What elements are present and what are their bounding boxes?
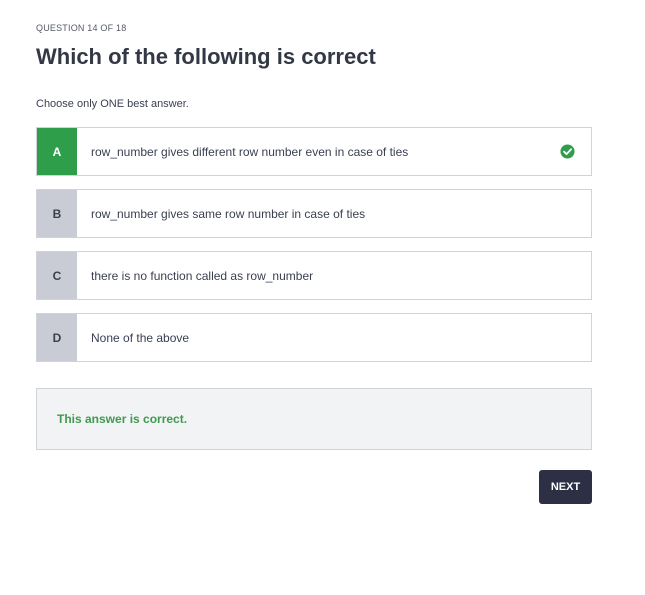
instruction-text: Choose only ONE best answer. xyxy=(36,98,189,110)
question-title: Which of the following is correct xyxy=(36,44,376,69)
check-circle-icon xyxy=(543,128,591,175)
option-a[interactable]: A row_number gives different row number … xyxy=(36,127,592,176)
feedback-panel: This answer is correct. xyxy=(36,388,592,450)
option-text: row_number gives same row number in case… xyxy=(91,206,366,221)
answer-options: A row_number gives different row number … xyxy=(36,127,592,375)
option-text: row_number gives different row number ev… xyxy=(91,144,409,159)
question-counter: QUESTION 14 OF 18 xyxy=(36,23,127,33)
next-button[interactable]: NEXT xyxy=(539,470,592,504)
feedback-message: This answer is correct. xyxy=(57,412,188,426)
option-letter: D xyxy=(37,314,77,361)
option-letter: B xyxy=(37,190,77,237)
option-letter: C xyxy=(37,252,77,299)
option-b[interactable]: B row_number gives same row number in ca… xyxy=(36,189,592,238)
option-text: None of the above xyxy=(91,330,190,345)
option-text: there is no function called as row_numbe… xyxy=(91,268,314,283)
option-letter: A xyxy=(37,128,77,175)
option-c[interactable]: C there is no function called as row_num… xyxy=(36,251,592,300)
option-d[interactable]: D None of the above xyxy=(36,313,592,362)
